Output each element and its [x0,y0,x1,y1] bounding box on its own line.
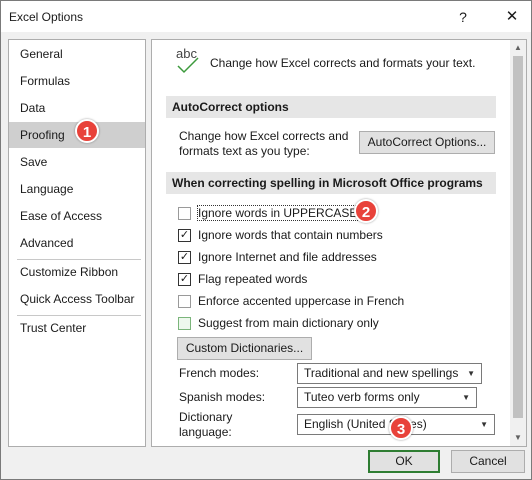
autocorrect-description-line2: formats text as you type: [179,144,310,158]
nav-item-formulas[interactable]: Formulas [9,68,145,94]
chevron-down-icon: ▼ [462,393,470,402]
options-nav: General Formulas Data Proofing Save Lang… [8,39,146,447]
nav-item-save[interactable]: Save [9,149,145,175]
callout-2: 2 [354,199,378,223]
spanish-modes-select[interactable]: Tuteo verb forms only ▼ [297,387,477,408]
option-label: Enforce accented uppercase in French [198,294,405,308]
excel-options-dialog: Excel Options ? ✕ General Formulas Data … [0,0,532,480]
nav-item-trust-center[interactable]: Trust Center [9,315,145,341]
dictionary-language-label-line1: Dictionary [179,410,233,424]
abc-check-icon: abc [176,46,204,76]
autocorrect-options-button[interactable]: AutoCorrect Options... [359,131,495,154]
nav-item-advanced[interactable]: Advanced [9,230,145,256]
scroll-up-icon[interactable]: ▲ [510,40,526,56]
spelling-section-header: When correcting spelling in Microsoft Of… [166,172,496,194]
option-label: Ignore Internet and file addresses [198,250,377,264]
nav-item-language[interactable]: Language [9,176,145,202]
scroll-down-icon[interactable]: ▼ [510,430,526,446]
proofing-header-text: Change how Excel corrects and formats yo… [210,56,476,70]
checkbox-unchecked-icon[interactable] [178,317,191,330]
chevron-down-icon: ▼ [480,420,488,429]
french-modes-label: French modes: [179,366,260,380]
spanish-modes-value: Tuteo verb forms only [304,390,420,404]
chevron-down-icon: ▼ [467,369,475,378]
nav-item-general[interactable]: General [9,41,145,67]
callout-1: 1 [75,119,99,143]
checkbox-checked-icon[interactable]: ✓ [178,229,191,242]
checkbox-unchecked-icon[interactable] [178,207,191,220]
ok-button[interactable]: OK [368,450,440,473]
checkbox-checked-icon[interactable]: ✓ [178,273,191,286]
nav-item-quick-access-toolbar[interactable]: Quick Access Toolbar [9,286,145,312]
checkbox-unchecked-icon[interactable] [178,295,191,308]
french-modes-value: Traditional and new spellings [304,366,459,380]
nav-item-customize-ribbon[interactable]: Customize Ribbon [9,259,145,285]
french-modes-select[interactable]: Traditional and new spellings ▼ [297,363,482,384]
nav-item-ease-of-access[interactable]: Ease of Access [9,203,145,229]
help-button[interactable]: ? [448,5,478,29]
option-label: Ignore words that contain numbers [198,228,383,242]
scroll-thumb[interactable] [513,56,523,418]
content-scrollbar[interactable]: ▲ ▼ [510,40,526,446]
nav-item-data[interactable]: Data [9,95,145,121]
dialog-title: Excel Options [9,10,84,24]
option-label: Ignore words in UPPERCASE [196,205,359,221]
custom-dictionaries-button[interactable]: Custom Dictionaries... [177,337,312,360]
proofing-panel: abc Change how Excel corrects and format… [151,39,527,447]
autocorrect-section-header: AutoCorrect options [166,96,496,118]
autocorrect-description-line1: Change how Excel corrects and [179,129,349,143]
option-label: Flag repeated words [198,272,308,286]
cancel-button[interactable]: Cancel [451,450,525,473]
close-button[interactable]: ✕ [497,5,527,29]
option-label: Suggest from main dictionary only [198,316,379,330]
title-bar: Excel Options ? ✕ [1,1,531,32]
dictionary-language-label-line2: language: [179,425,232,439]
checkbox-checked-icon[interactable]: ✓ [178,251,191,264]
callout-3: 3 [389,416,413,440]
spanish-modes-label: Spanish modes: [179,390,266,404]
